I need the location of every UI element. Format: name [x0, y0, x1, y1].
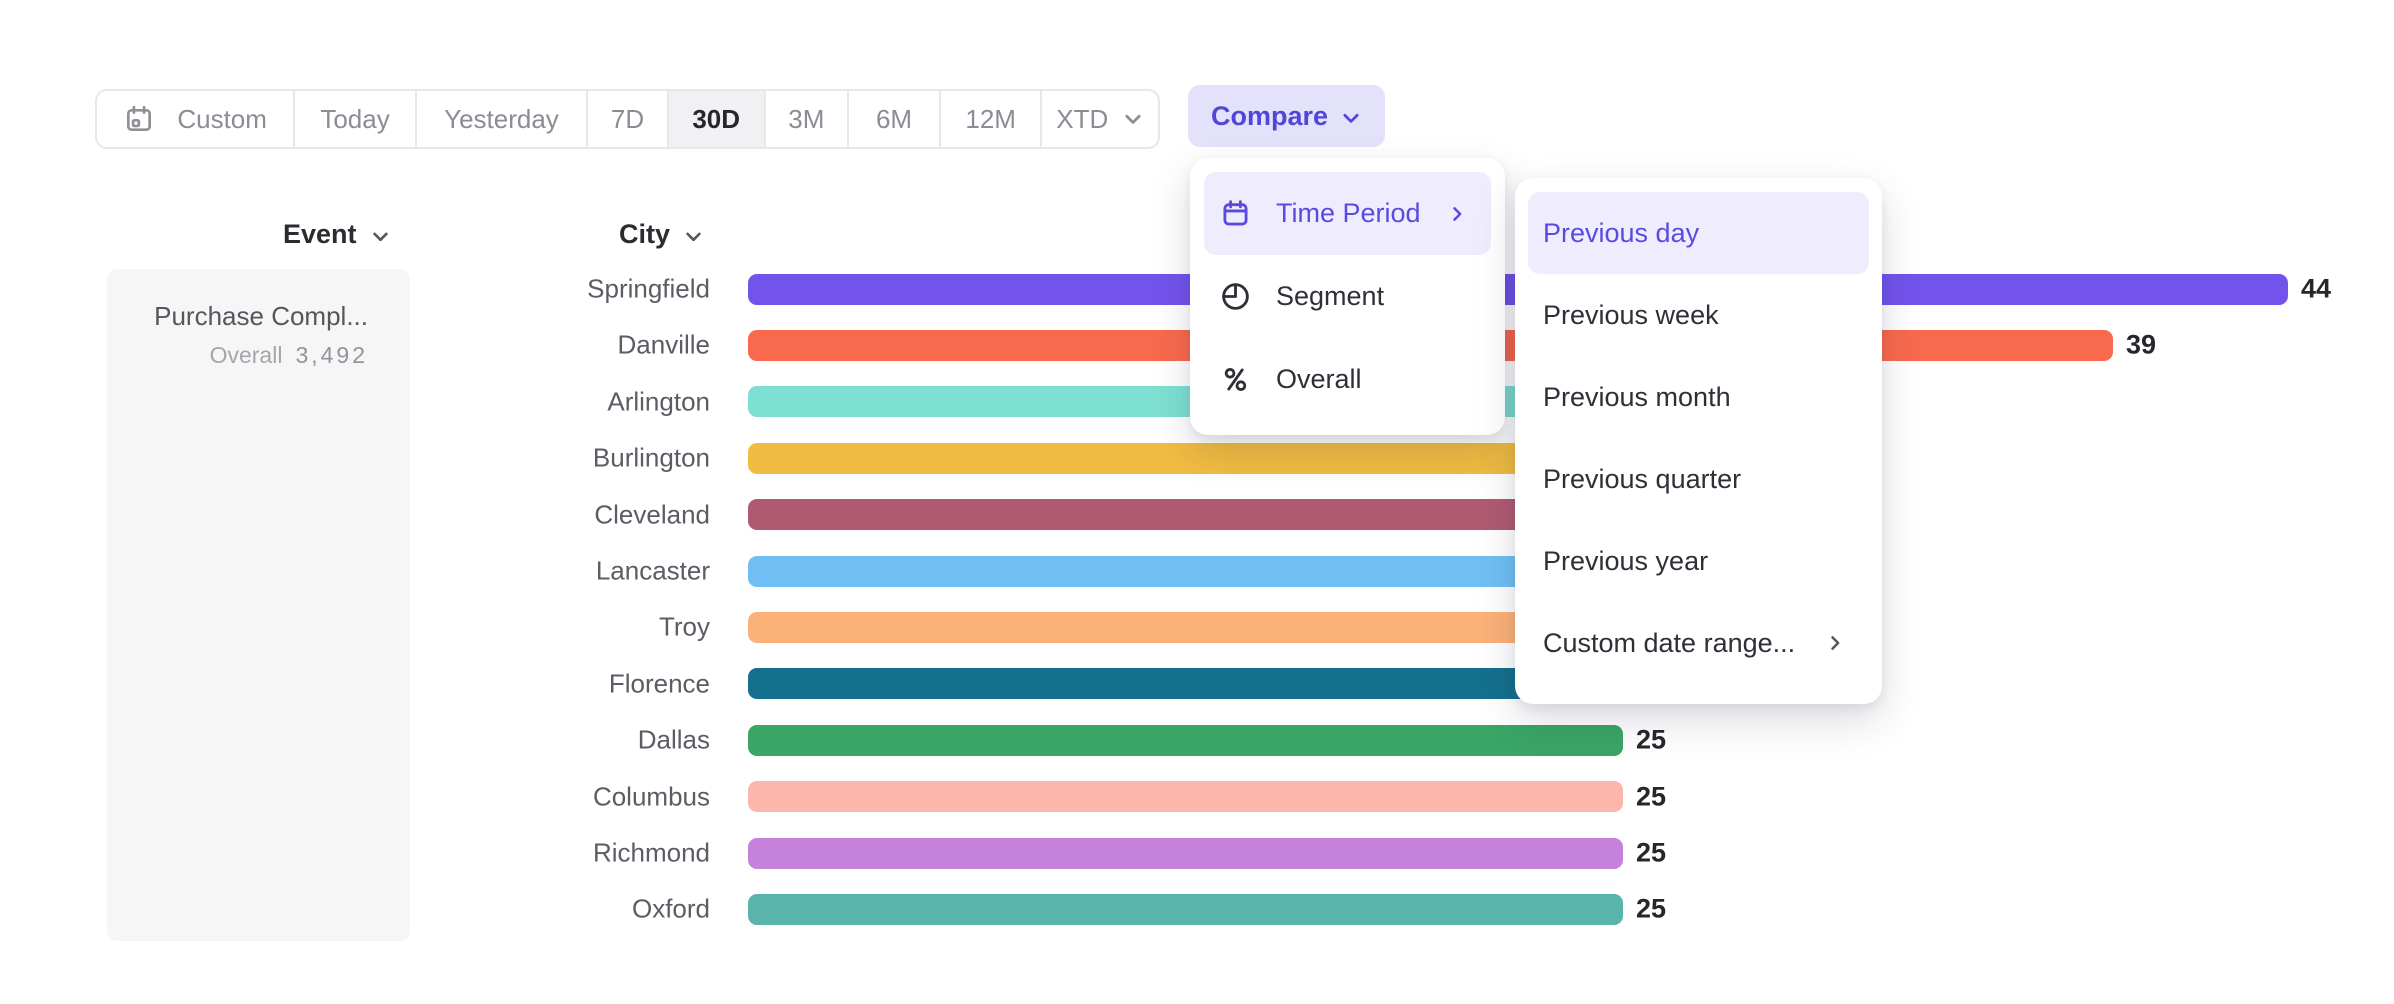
bar-value-label: 25 — [1636, 781, 1666, 812]
compare-menu-item[interactable]: Overall — [1204, 338, 1491, 421]
event-header-label: Event — [283, 219, 357, 250]
bar[interactable] — [748, 725, 1623, 756]
date-range-label: 7D — [611, 104, 644, 135]
city-label: Richmond — [380, 838, 710, 869]
bar-value-label: 39 — [2126, 330, 2156, 361]
bar-value-label: 44 — [2301, 274, 2331, 305]
menu-item-label: Overall — [1276, 364, 1475, 395]
date-range-label: Yesterday — [444, 104, 559, 135]
date-range-button[interactable]: 3M — [766, 91, 850, 147]
city-label: Burlington — [380, 443, 710, 474]
calendar-icon — [123, 103, 155, 135]
event-column-header[interactable]: Event — [283, 218, 391, 250]
date-range-button[interactable]: Yesterday — [417, 91, 588, 147]
date-range-label: 30D — [692, 104, 740, 135]
bar[interactable] — [748, 894, 1623, 925]
time-period-option-label: Previous week — [1543, 300, 1849, 331]
menu-item-label: Segment — [1276, 281, 1475, 312]
menu-item-label: Time Period — [1276, 198, 1447, 229]
city-label: Danville — [380, 330, 710, 361]
city-header-label: City — [619, 219, 670, 250]
overall-label: Overall — [210, 342, 283, 368]
date-range-button[interactable]: Today — [295, 91, 417, 147]
chevron-right-icon — [1825, 633, 1845, 653]
city-label: Arlington — [380, 386, 710, 417]
date-range-button[interactable]: XTD — [1042, 91, 1158, 147]
date-range-button[interactable]: Custom — [97, 91, 295, 147]
city-column-header[interactable]: City — [619, 218, 704, 250]
city-label: Dallas — [380, 725, 710, 756]
time-period-option-label: Previous day — [1543, 218, 1849, 249]
chevron-down-icon — [1340, 107, 1362, 129]
date-range-button[interactable]: 7D — [588, 91, 669, 147]
date-range-label: Custom — [177, 104, 267, 135]
date-range-label: XTD — [1056, 104, 1108, 135]
date-range-label: 12M — [965, 104, 1016, 135]
city-label: Troy — [380, 612, 710, 643]
time-period-submenu: Previous day Previous week Previous mont… — [1515, 178, 1882, 704]
time-period-option[interactable]: Previous week — [1528, 274, 1869, 356]
bar-value-label: 25 — [1636, 725, 1666, 756]
overall-value: 3,492 — [295, 342, 368, 368]
city-label: Oxford — [380, 894, 710, 925]
insights-report-canvas: Springfield 44 Danville 39 Arlington Bur… — [0, 0, 2394, 1004]
chevron-down-icon — [683, 226, 704, 247]
date-range-button[interactable]: 12M — [941, 91, 1043, 147]
event-overall-row: Overall 3,492 — [107, 340, 368, 370]
city-label: Cleveland — [380, 499, 710, 530]
date-range-label: 3M — [788, 104, 824, 135]
menu-item-icon — [1220, 198, 1251, 229]
compare-button-label: Compare — [1211, 101, 1328, 132]
date-range-label: 6M — [876, 104, 912, 135]
time-period-option[interactable]: Custom date range... — [1528, 602, 1869, 684]
time-period-option-label: Previous month — [1543, 382, 1849, 413]
date-range-toolbar: Custom Today Yesterday 7D 30D 3M 6M 12M … — [95, 89, 1160, 149]
compare-menu-item[interactable]: Segment — [1204, 255, 1491, 338]
date-range-label: Today — [320, 104, 389, 135]
time-period-option[interactable]: Previous month — [1528, 356, 1869, 438]
event-panel[interactable]: Purchase Compl... Overall 3,492 — [107, 269, 410, 941]
chevron-down-icon — [370, 226, 391, 247]
menu-item-icon — [1220, 364, 1251, 395]
time-period-option[interactable]: Previous quarter — [1528, 438, 1869, 520]
time-period-option[interactable]: Previous day — [1528, 192, 1869, 274]
bar[interactable] — [748, 781, 1623, 812]
chevron-down-icon — [1122, 108, 1144, 130]
city-label: Lancaster — [380, 556, 710, 587]
compare-menu-item[interactable]: Time Period — [1204, 172, 1491, 255]
time-period-option-label: Custom date range... — [1543, 628, 1825, 659]
city-label: Florence — [380, 668, 710, 699]
city-label: Springfield — [380, 274, 710, 305]
chevron-right-icon — [1447, 204, 1467, 224]
event-name: Purchase Compl... — [107, 299, 368, 333]
time-period-option-label: Previous quarter — [1543, 464, 1849, 495]
date-range-button[interactable]: 6M — [849, 91, 941, 147]
compare-button[interactable]: Compare — [1188, 85, 1385, 147]
compare-dropdown-menu: Time Period Segment Overall — [1190, 158, 1505, 435]
menu-item-icon — [1220, 281, 1251, 312]
bar[interactable] — [748, 838, 1623, 869]
bar-value-label: 25 — [1636, 894, 1666, 925]
city-label: Columbus — [380, 781, 710, 812]
bar-value-label: 25 — [1636, 838, 1666, 869]
date-range-button[interactable]: 30D — [669, 91, 766, 147]
time-period-option-label: Previous year — [1543, 546, 1849, 577]
time-period-option[interactable]: Previous year — [1528, 520, 1869, 602]
